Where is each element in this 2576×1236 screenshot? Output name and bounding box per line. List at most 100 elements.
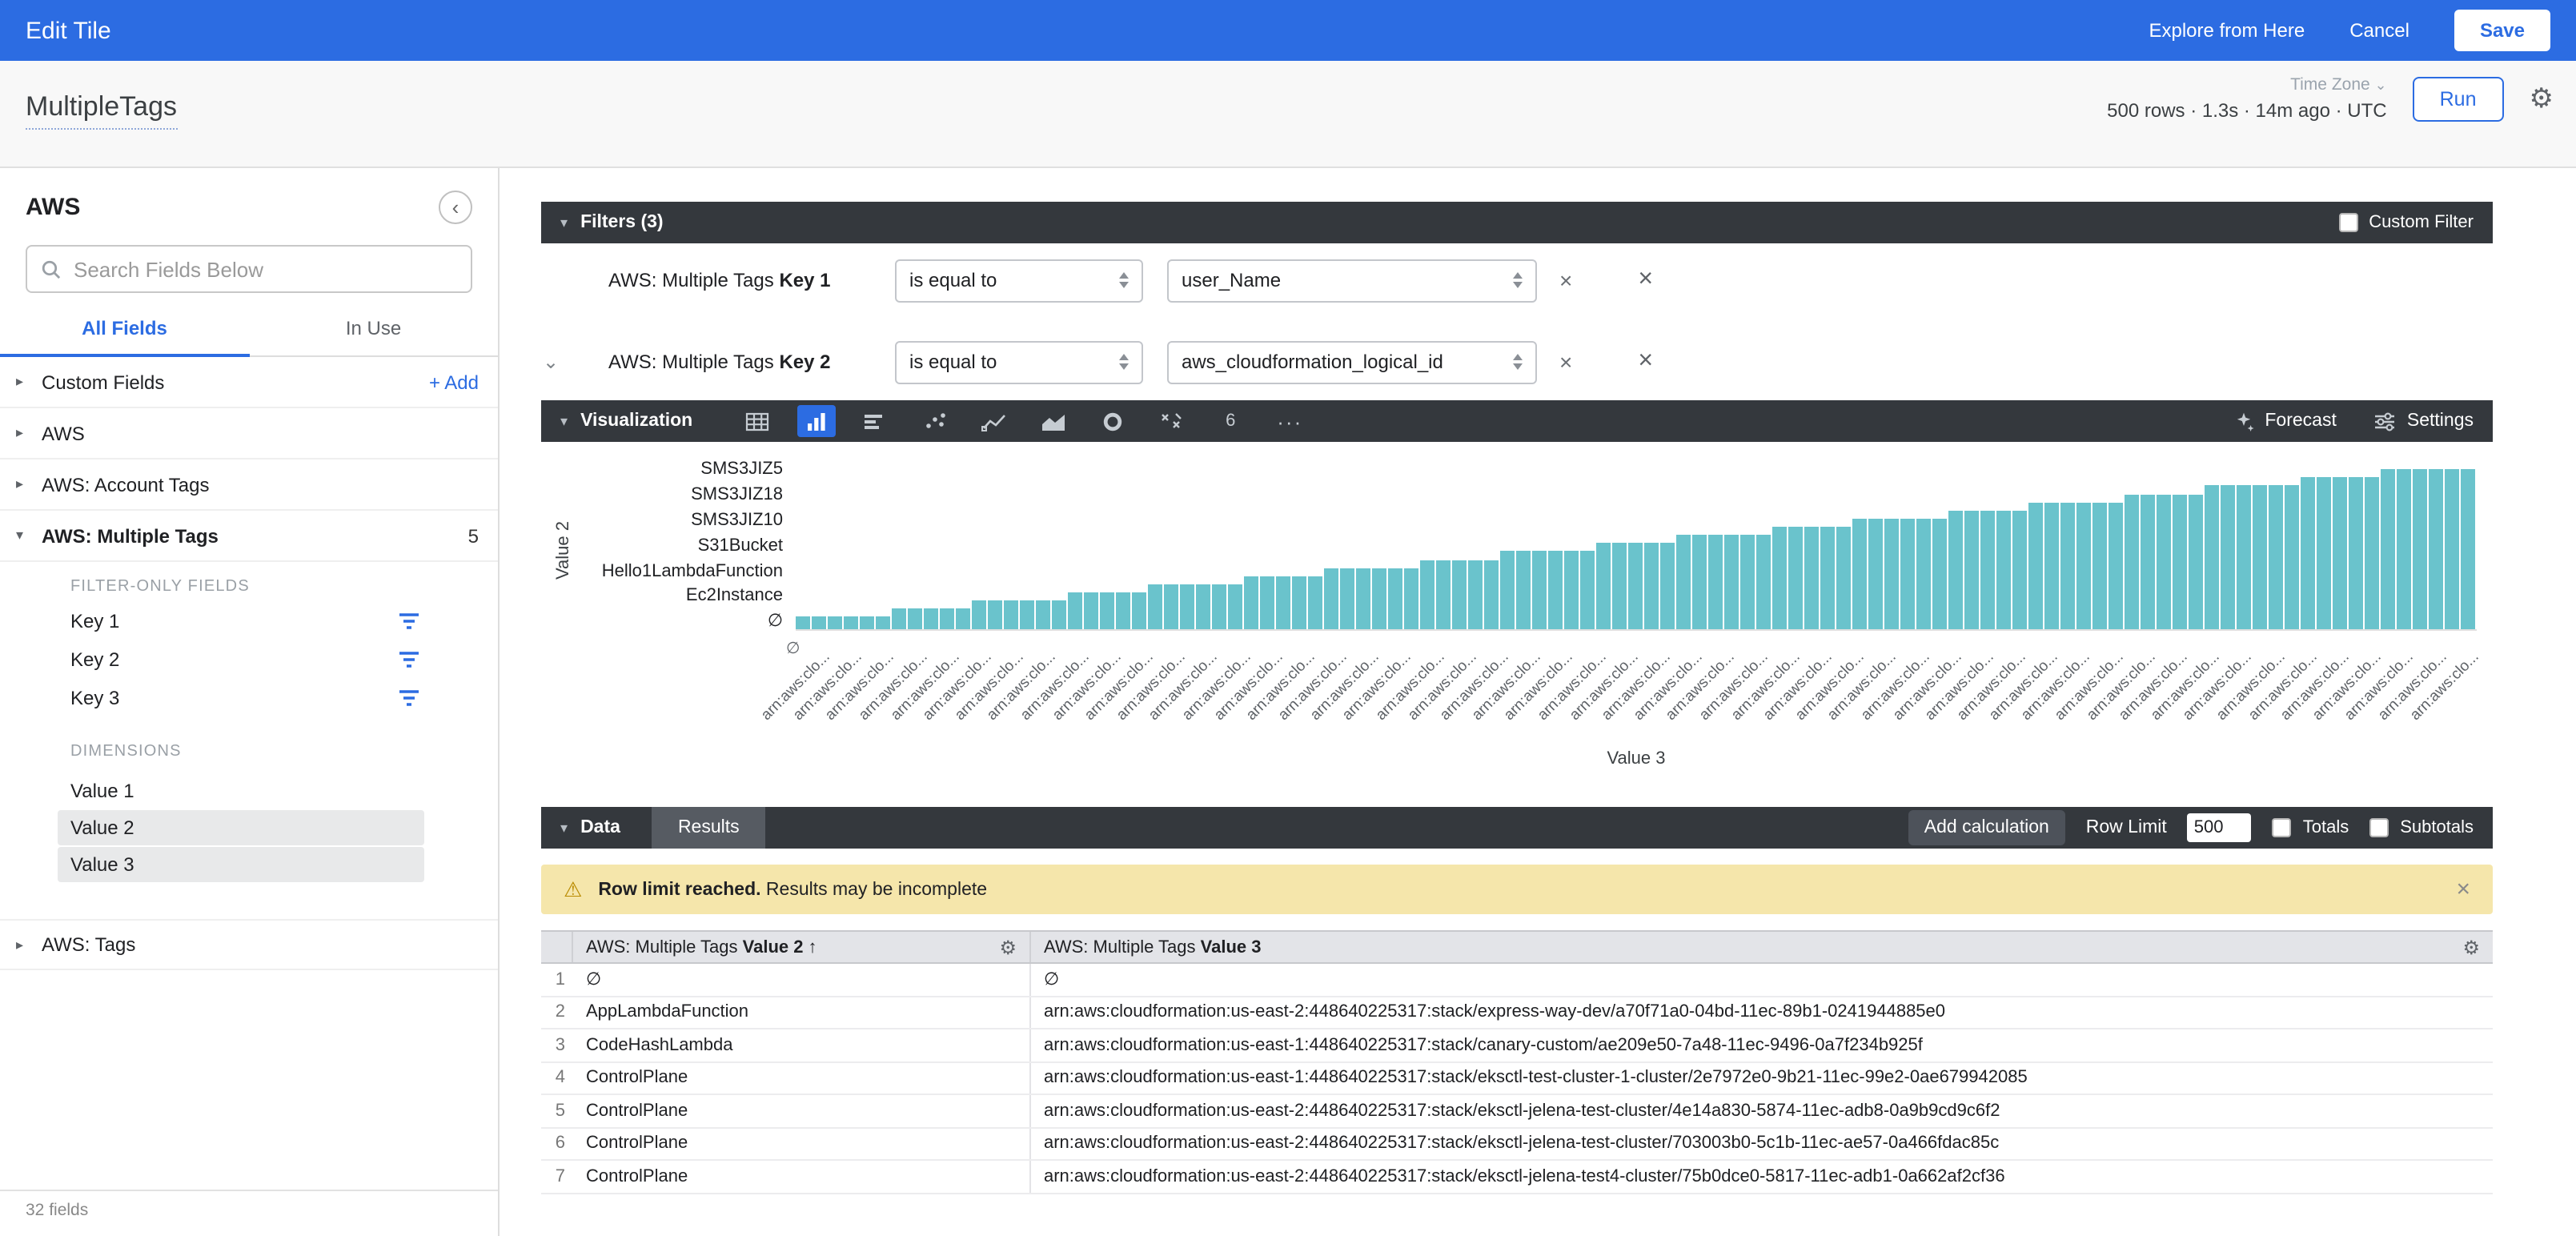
bar-chart: Value 2 SMS3JIZ5SMS3JIZ18SMS3JIZ10S31Buc… [541, 442, 2493, 804]
column-header-value2[interactable]: AWS: Multiple Tags Value 2↑ ⚙ [573, 932, 1031, 962]
viz-line-chart-icon[interactable] [974, 405, 1013, 437]
table-row[interactable]: 7ControlPlanearn:aws:cloudformation:us-e… [541, 1161, 2493, 1194]
cancel-button[interactable]: Cancel [2349, 19, 2409, 42]
chart-bar [2205, 486, 2219, 629]
chart-bar [1804, 527, 1819, 629]
visualization-section-bar[interactable]: ▾ Visualization 6 ··· Forecast [541, 400, 2493, 442]
chart-bar [2044, 502, 2059, 629]
y-axis-tick-label: S31Bucket [541, 534, 783, 560]
column-gear-icon[interactable]: ⚙ [999, 936, 1017, 958]
viz-row-chart-icon[interactable] [856, 405, 894, 437]
row-number: 7 [541, 1161, 573, 1192]
filter-only-fields-list: Key 1 Key 2Key 3 [0, 602, 498, 717]
add-custom-field-button[interactable]: + Add [429, 371, 479, 393]
chart-bar [1148, 584, 1162, 629]
chart-bar [2076, 502, 2091, 629]
field-search[interactable] [26, 245, 472, 293]
table-row[interactable]: 4ControlPlanearn:aws:cloudformation:us-e… [541, 1062, 2493, 1095]
sidebar-group-multiple-tags[interactable]: ▾ AWS: Multiple Tags 5 [0, 511, 498, 562]
explore-from-here-link[interactable]: Explore from Here [2149, 19, 2305, 42]
chart-bar [1596, 543, 1611, 629]
sidebar-group-aws[interactable]: ▸ AWS [0, 408, 498, 459]
filter-icon[interactable] [397, 650, 421, 669]
viz-more-icon[interactable]: ··· [1270, 405, 1309, 437]
chart-bar [2301, 477, 2315, 629]
data-section-bar[interactable]: ▾ Data Results Add calculation Row Limit… [541, 807, 2493, 849]
totals-checkbox[interactable] [2273, 818, 2292, 837]
remove-filter-icon[interactable]: × [1638, 266, 1653, 295]
add-calculation-button[interactable]: Add calculation [1908, 810, 2065, 845]
tab-all-fields[interactable]: All Fields [0, 317, 249, 357]
chart-bar [2237, 486, 2251, 629]
dismiss-warning-icon[interactable]: × [2456, 876, 2470, 903]
filter-value-select[interactable]: user_Name [1167, 259, 1537, 302]
filter-icon[interactable] [397, 688, 421, 708]
table-row[interactable]: 6ControlPlanearn:aws:cloudformation:us-e… [541, 1128, 2493, 1161]
chart-bar [2333, 477, 2347, 629]
viz-area-chart-icon[interactable] [1033, 405, 1072, 437]
viz-settings-button[interactable]: Settings [2375, 411, 2474, 431]
clear-filter-value-icon[interactable]: × [1559, 349, 1572, 375]
viz-bar-chart-icon[interactable] [796, 405, 835, 437]
table-row[interactable]: 3CodeHashLambdaarn:aws:cloudformation:us… [541, 1029, 2493, 1062]
save-button[interactable]: Save [2454, 10, 2550, 51]
viz-scatter-icon[interactable] [915, 405, 953, 437]
warning-icon: ⚠ [564, 877, 582, 902]
viz-table-icon[interactable] [737, 405, 776, 437]
filter-icon[interactable] [397, 612, 421, 631]
column-gear-icon[interactable]: ⚙ [2462, 936, 2480, 958]
settings-gear-icon[interactable]: ⚙ [2530, 82, 2554, 114]
clear-filter-value-icon[interactable]: × [1559, 267, 1572, 293]
chart-bar [1420, 560, 1434, 629]
tab-results[interactable]: Results [652, 807, 765, 849]
filters-section-bar[interactable]: ▾ Filters (3) Custom Filter [541, 202, 2493, 243]
sidebar-dimension[interactable]: Value 1 [58, 773, 424, 809]
run-button[interactable]: Run [2413, 76, 2504, 121]
chart-bar [1292, 576, 1306, 629]
subtotals-toggle[interactable]: Subtotals [2369, 818, 2474, 837]
viz-heatmap-icon[interactable] [1152, 405, 1190, 437]
sidebar-field[interactable]: Key 2 [0, 640, 498, 679]
sidebar-dimension[interactable]: Value 2 [58, 810, 424, 845]
custom-filter-checkbox[interactable] [2338, 213, 2357, 232]
sidebar-dimension[interactable]: Value 3 [58, 847, 424, 882]
sidebar-group-account-tags[interactable]: ▸ AWS: Account Tags [0, 459, 498, 511]
cell-value3: arn:aws:cloudformation:us-east-2:4486402… [1031, 997, 2493, 1028]
column-header-value3[interactable]: AWS: Multiple Tags Value 3 ⚙ [1031, 932, 2493, 962]
totals-toggle[interactable]: Totals [2273, 818, 2349, 837]
sidebar-field[interactable]: Key 1 [0, 602, 498, 640]
chevron-down-icon[interactable]: ⌄ [543, 351, 568, 373]
sidebar-field[interactable]: Key 3 [0, 679, 498, 717]
cell-value2: CodeHashLambda [573, 1029, 1031, 1061]
table-row[interactable]: 2AppLambdaFunctionarn:aws:cloudformation… [541, 997, 2493, 1029]
forecast-button[interactable]: Forecast [2233, 411, 2337, 431]
table-row[interactable]: 5ControlPlanearn:aws:cloudformation:us-e… [541, 1095, 2493, 1128]
field-label: Key 1 [70, 610, 397, 632]
chart-bar [1116, 592, 1130, 629]
sidebar-item-custom-fields[interactable]: ▸ Custom Fields + Add [0, 357, 498, 408]
collapse-sidebar-button[interactable]: ‹ [439, 191, 472, 224]
subtotals-checkbox[interactable] [2369, 818, 2389, 837]
viz-donut-chart-icon[interactable] [1093, 405, 1131, 437]
row-number: 1 [541, 964, 573, 995]
filter-operator-select[interactable]: is equal to [895, 259, 1143, 302]
tab-in-use[interactable]: In Use [249, 317, 498, 355]
timezone-selector[interactable]: Time Zone ⌄ [2107, 75, 2386, 94]
filter-row: ⌄ AWS: Multiple Tags Key 2 is equal to a… [541, 339, 2493, 384]
remove-filter-icon[interactable]: × [1638, 347, 1653, 376]
chart-bar [1932, 519, 1947, 629]
sidebar-group-tags[interactable]: ▸ AWS: Tags [0, 919, 498, 970]
table-row[interactable]: 1∅∅ [541, 964, 2493, 997]
row-limit-input[interactable] [2188, 813, 2252, 842]
filter-operator-select[interactable]: is equal to [895, 340, 1143, 383]
custom-filter-toggle[interactable]: Custom Filter [2338, 213, 2474, 232]
search-input[interactable] [74, 257, 456, 281]
query-header: MultipleTags Time Zone ⌄ 500 rows · 1.3s… [0, 61, 2576, 168]
chart-bar [1820, 527, 1835, 629]
chart-plot-area[interactable] [796, 461, 2477, 631]
filter-value-select[interactable]: aws_cloudformation_logical_id [1167, 340, 1537, 383]
query-name[interactable]: MultipleTags [26, 91, 177, 130]
viz-hex-icon[interactable]: 6 [1211, 405, 1250, 437]
select-arrows-icon [1119, 354, 1129, 370]
chart-bar [1676, 535, 1691, 629]
